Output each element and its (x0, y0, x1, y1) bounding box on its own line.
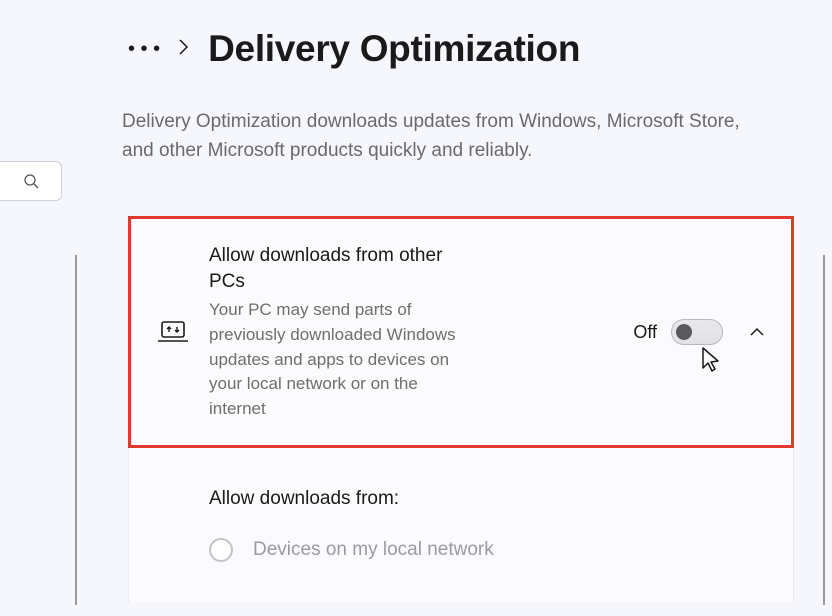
search-icon (23, 173, 39, 189)
settings-card-group: Allow downloads from other PCs Your PC m… (128, 216, 794, 602)
chevron-right-icon (178, 36, 190, 62)
toggle-state-label: Off (633, 322, 657, 343)
card-text-block: Allow downloads from other PCs Your PC m… (209, 243, 469, 421)
allow-downloads-card: Allow downloads from other PCs Your PC m… (128, 216, 794, 448)
allow-downloads-options: Allow downloads from: Devices on my loca… (128, 448, 794, 602)
search-input[interactable] (0, 161, 62, 201)
radio-button[interactable] (209, 538, 233, 562)
card-controls: Off (633, 319, 767, 345)
chevron-up-icon (749, 327, 765, 337)
toggle-knob (676, 324, 692, 340)
radio-label: Devices on my local network (253, 539, 494, 561)
device-icon (155, 320, 191, 344)
collapse-button[interactable] (747, 327, 767, 337)
allow-downloads-toggle[interactable] (671, 319, 723, 345)
breadcrumb: • • • Delivery Optimization (128, 28, 580, 70)
breadcrumb-more-icon[interactable]: • • • (128, 38, 160, 61)
radio-option-local-network[interactable]: Devices on my local network (209, 538, 769, 562)
card-subtitle: Your PC may send parts of previously dow… (209, 298, 469, 421)
right-scroll-rail (823, 255, 825, 605)
page-title: Delivery Optimization (208, 28, 580, 70)
options-section-title: Allow downloads from: (209, 488, 769, 510)
card-title: Allow downloads from other PCs (209, 243, 469, 294)
left-scroll-rail (75, 255, 77, 605)
page-description: Delivery Optimization downloads updates … (122, 108, 762, 165)
